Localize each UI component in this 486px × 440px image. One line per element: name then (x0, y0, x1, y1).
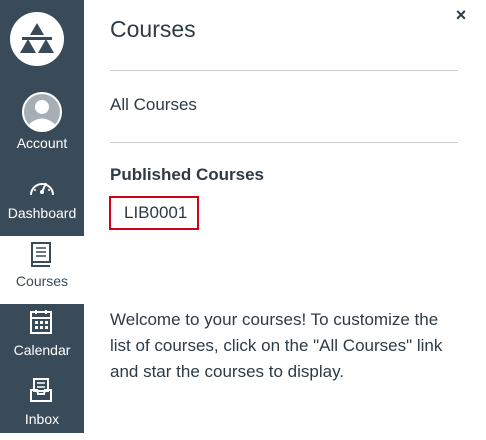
nav-label-calendar: Calendar (13, 342, 71, 358)
nav-item-inbox[interactable]: Inbox (0, 372, 84, 440)
nav-item-account[interactable]: Account (0, 86, 84, 154)
nav-item-dashboard[interactable]: Dashboard (0, 168, 84, 236)
welcome-message: Welcome to your courses! To customize th… (110, 310, 443, 381)
tray-title: Courses (110, 16, 196, 42)
nav-label-account: Account (16, 135, 68, 151)
dashboard-icon (30, 182, 54, 196)
logo-icon (20, 23, 54, 53)
institution-logo[interactable] (10, 12, 64, 66)
inbox-icon (30, 378, 52, 402)
close-icon[interactable]: × (451, 4, 471, 26)
nav-label-dashboard: Dashboard (7, 205, 77, 221)
published-courses-heading: Published Courses (110, 165, 264, 184)
course-link-label: LIB0001 (124, 203, 188, 222)
all-courses-link[interactable]: All Courses (110, 95, 197, 115)
nav-label-courses: Courses (15, 273, 69, 289)
avatar-icon (22, 92, 62, 132)
courses-book-icon (31, 242, 51, 267)
divider (110, 142, 458, 143)
course-link-lib0001[interactable]: LIB0001 (109, 196, 199, 230)
divider (110, 70, 458, 71)
nav-item-courses[interactable]: Courses (0, 236, 84, 304)
calendar-icon (30, 310, 52, 334)
nav-item-calendar[interactable]: Calendar (0, 304, 84, 372)
global-nav: Account Dashboard Courses Calendar Inbox (0, 0, 84, 433)
nav-label-inbox: Inbox (24, 411, 60, 427)
